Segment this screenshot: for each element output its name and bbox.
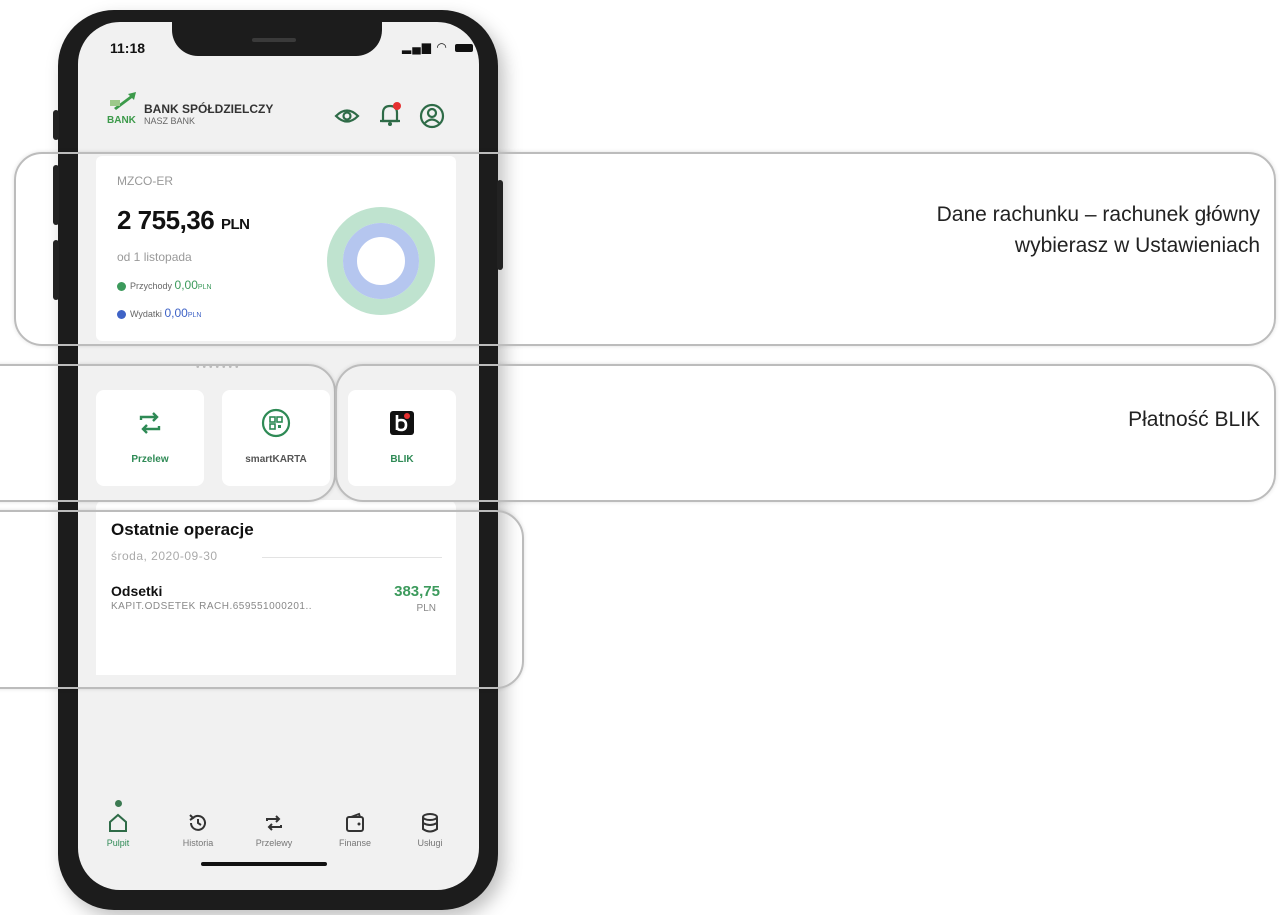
nav-uslugi[interactable]: Usługi	[400, 812, 460, 848]
transfer-icon	[266, 815, 282, 831]
battery-icon	[455, 43, 474, 52]
logo-title: BANK SPÓŁDZIELCZY	[144, 102, 274, 116]
nav-historia[interactable]: Historia	[168, 812, 228, 848]
status-time: 11:18	[110, 40, 146, 56]
signal-icon: ▂▄▆	[402, 40, 432, 54]
nav-historia-label: Historia	[182, 838, 214, 848]
tiles-callout-frame	[0, 364, 336, 502]
operations-callout-frame	[0, 510, 524, 689]
nav-uslugi-label: Usługi	[417, 838, 443, 848]
account-annotation-line2: wybierasz w Ustawieniach	[1014, 234, 1260, 257]
logo-bank-word: BANK	[107, 115, 136, 126]
history-icon	[189, 814, 206, 831]
eye-icon[interactable]	[333, 102, 361, 130]
nav-przelewy[interactable]: Przelewy	[244, 812, 304, 848]
account-annotation: Dane rachunku – rachunek główny wybieras…	[937, 199, 1260, 261]
nav-przelewy-label: Przelewy	[255, 838, 293, 848]
speaker-slot	[252, 38, 296, 42]
wallet-icon	[346, 812, 364, 832]
active-nav-indicator	[115, 800, 122, 807]
status-icons: ▂▄▆ ◠	[402, 40, 474, 54]
logo-subtitle: NASZ BANK	[144, 116, 196, 126]
nav-pulpit-label: Pulpit	[106, 838, 130, 848]
profile-icon[interactable]	[418, 102, 446, 130]
nav-finanse-label: Finanse	[338, 838, 372, 848]
account-annotation-line1: Dane rachunku – rachunek główny	[936, 203, 1260, 226]
bank-logo-icon	[110, 92, 136, 110]
home-indicator	[201, 862, 327, 866]
database-icon	[422, 813, 438, 833]
nav-pulpit[interactable]: Pulpit	[88, 812, 148, 848]
notch	[172, 10, 382, 56]
wifi-icon: ◠	[436, 40, 448, 54]
nav-finanse[interactable]: Finanse	[325, 812, 385, 848]
side-button	[53, 110, 59, 140]
bell-icon[interactable]	[376, 100, 404, 128]
home-icon	[109, 813, 127, 832]
blik-annotation: Płatność BLIK	[1128, 408, 1260, 431]
